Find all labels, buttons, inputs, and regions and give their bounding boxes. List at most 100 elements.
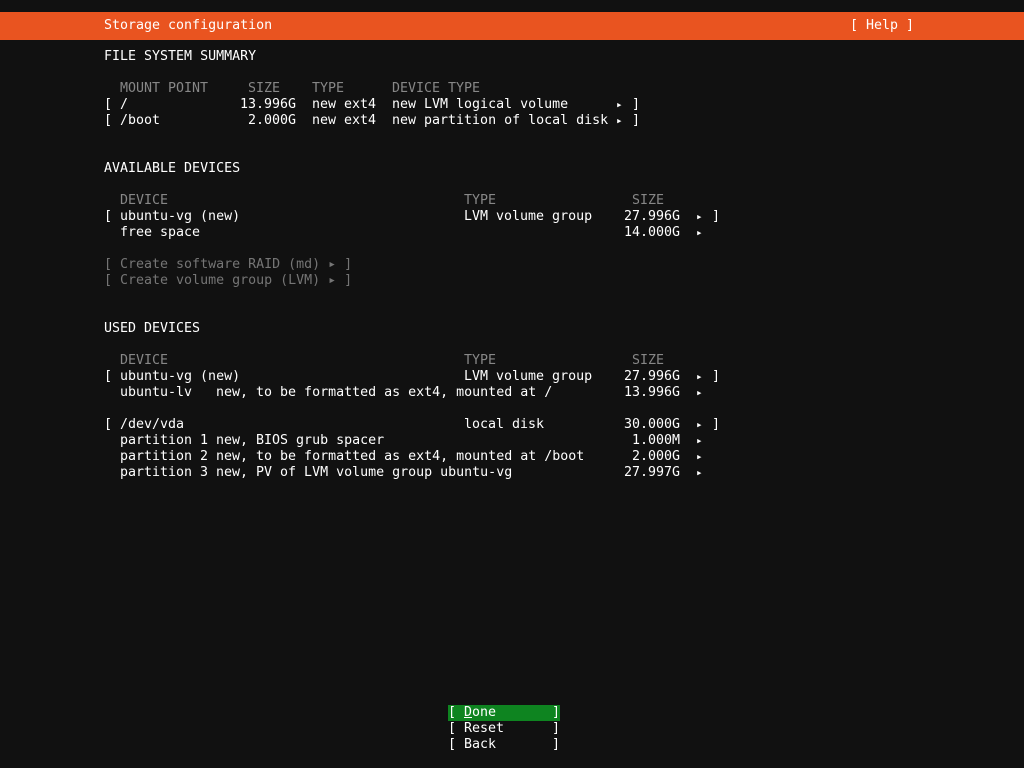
chevron-right-icon: ▸ — [696, 450, 703, 463]
chevron-right-icon: ▸ — [696, 418, 703, 431]
open-bracket: [ — [448, 721, 457, 736]
section-title-used-devices: USED DEVICES — [0, 321, 1024, 337]
close-bracket: ] — [632, 113, 641, 128]
fs-type: new ext4 — [312, 113, 377, 128]
available-row-free-space[interactable]: free space 14.000G ▸ — [0, 225, 1024, 241]
size-value: 2.000G — [247, 113, 296, 128]
size-value: 27.996G — [623, 209, 680, 224]
open-bracket: [ — [448, 705, 457, 720]
open-bracket: [ — [104, 113, 113, 128]
size-value: 27.996G — [623, 369, 680, 384]
device-name: ubuntu-vg (new) — [120, 369, 241, 384]
column-header-size: SIZE — [632, 193, 665, 208]
size-value: 27.997G — [623, 465, 680, 480]
close-bracket: ] — [712, 417, 721, 432]
available-row-ubuntu-vg[interactable]: [ ubuntu-vg (new) LVM volume group 27.99… — [0, 209, 1024, 225]
chevron-right-icon: ▸ — [696, 434, 703, 447]
done-button[interactable]: [ Done ] — [448, 705, 560, 721]
device-name: ubuntu-vg (new) — [120, 209, 241, 224]
fs-row-boot[interactable]: [ /boot 2.000G new ext4 new partition of… — [0, 113, 1024, 129]
chevron-right-icon: ▸ — [696, 466, 703, 479]
device-description: new, PV of LVM volume group ubuntu-vg — [216, 465, 513, 480]
create-software-raid-button[interactable]: [ Create software RAID (md) ▸ ] — [0, 257, 1024, 273]
size-value: 13.996G — [623, 385, 680, 400]
device-name: ubuntu-lv — [120, 385, 193, 400]
mount-point: /boot — [120, 113, 161, 128]
reset-button-label: Reset — [464, 721, 505, 736]
device-type: LVM volume group — [464, 369, 593, 384]
device-type: new LVM logical volume — [392, 97, 569, 112]
fs-type: new ext4 — [312, 97, 377, 112]
chevron-right-icon: ▸ — [616, 114, 623, 127]
used-row-ubuntu-vg[interactable]: [ ubuntu-vg (new) LVM volume group 27.99… — [0, 369, 1024, 385]
fs-row-root[interactable]: [ / 13.996G new ext4 new LVM logical vol… — [0, 97, 1024, 113]
device-name: free space — [120, 225, 201, 240]
chevron-right-icon: ▸ — [696, 370, 703, 383]
back-button[interactable]: [ Back ] — [448, 737, 560, 753]
column-header-device: DEVICE — [120, 353, 169, 368]
device-type: local disk — [464, 417, 545, 432]
reset-button[interactable]: [ Reset ] — [448, 721, 560, 737]
open-bracket: [ — [104, 209, 113, 224]
back-button-label: Back — [464, 737, 497, 752]
create-volume-group-button[interactable]: [ Create volume group (LVM) ▸ ] — [0, 273, 1024, 289]
open-bracket: [ — [104, 369, 113, 384]
section-title-label: FILE SYSTEM SUMMARY — [104, 49, 257, 64]
used-devices-header-row: DEVICE TYPE SIZE — [0, 353, 1024, 369]
open-bracket: [ — [104, 417, 113, 432]
size-value: 30.000G — [623, 417, 680, 432]
size-value: 14.000G — [623, 225, 680, 240]
used-row-partition-1[interactable]: partition 1 new, BIOS grub spacer 1.000M… — [0, 433, 1024, 449]
chevron-right-icon: ▸ — [696, 386, 703, 399]
storage-configuration-screen: { "glyphs": { "open_bracket": "[", "clos… — [0, 0, 1024, 768]
chevron-right-icon: ▸ — [616, 98, 623, 111]
help-button[interactable]: [ Help ] — [850, 12, 914, 40]
close-bracket: ] — [552, 721, 561, 736]
mount-point: / — [120, 97, 129, 112]
size-value: 2.000G — [631, 449, 680, 464]
close-bracket: ] — [712, 369, 721, 384]
section-title-label: USED DEVICES — [104, 321, 201, 336]
open-bracket: [ — [448, 737, 457, 752]
column-header-type: TYPE — [312, 81, 345, 96]
close-bracket: ] — [632, 97, 641, 112]
column-header-size: SIZE — [248, 81, 281, 96]
device-name: partition 3 — [120, 465, 209, 480]
size-value: 1.000M — [631, 433, 680, 448]
available-devices-header-row: DEVICE TYPE SIZE — [0, 193, 1024, 209]
used-row-ubuntu-lv[interactable]: ubuntu-lv new, to be formatted as ext4, … — [0, 385, 1024, 401]
section-title-available-devices: AVAILABLE DEVICES — [0, 161, 1024, 177]
page-title: Storage configuration — [104, 18, 273, 33]
section-title-label: AVAILABLE DEVICES — [104, 161, 241, 176]
column-header-type: TYPE — [464, 353, 497, 368]
column-header-type: TYPE — [464, 193, 497, 208]
section-title-file-system-summary: FILE SYSTEM SUMMARY — [0, 49, 1024, 65]
column-header-device: DEVICE — [120, 193, 169, 208]
device-description: new, to be formatted as ext4, mounted at… — [216, 449, 585, 464]
chevron-right-icon: ▸ — [696, 210, 703, 223]
close-bracket: ] — [552, 737, 561, 752]
chevron-right-icon: ▸ — [696, 226, 703, 239]
close-bracket: ] — [712, 209, 721, 224]
device-name: /dev/vda — [120, 417, 185, 432]
column-header-device-type: DEVICE TYPE — [392, 81, 481, 96]
title-bar: Storage configuration [ Help ] — [0, 12, 1024, 40]
open-bracket: [ — [104, 97, 113, 112]
create-volume-group-label: [ Create volume group (LVM) ▸ ] — [104, 273, 353, 288]
column-header-mount-point: MOUNT POINT — [120, 81, 209, 96]
device-description: new, BIOS grub spacer — [216, 433, 385, 448]
close-bracket: ] — [552, 705, 561, 720]
device-type: new partition of local disk — [392, 113, 609, 128]
device-type: LVM volume group — [464, 209, 593, 224]
used-row-dev-vda[interactable]: [ /dev/vda local disk 30.000G ▸ ] — [0, 417, 1024, 433]
done-button-label: Done — [464, 705, 497, 720]
device-description: new, to be formatted as ext4, mounted at… — [216, 385, 553, 400]
device-name: partition 2 — [120, 449, 209, 464]
used-row-partition-2[interactable]: partition 2 new, to be formatted as ext4… — [0, 449, 1024, 465]
device-name: partition 1 — [120, 433, 209, 448]
fs-summary-header-row: MOUNT POINT SIZE TYPE DEVICE TYPE — [0, 81, 1024, 97]
size-value: 13.996G — [239, 97, 296, 112]
create-software-raid-label: [ Create software RAID (md) ▸ ] — [104, 257, 353, 272]
column-header-size: SIZE — [632, 353, 665, 368]
used-row-partition-3[interactable]: partition 3 new, PV of LVM volume group … — [0, 465, 1024, 481]
